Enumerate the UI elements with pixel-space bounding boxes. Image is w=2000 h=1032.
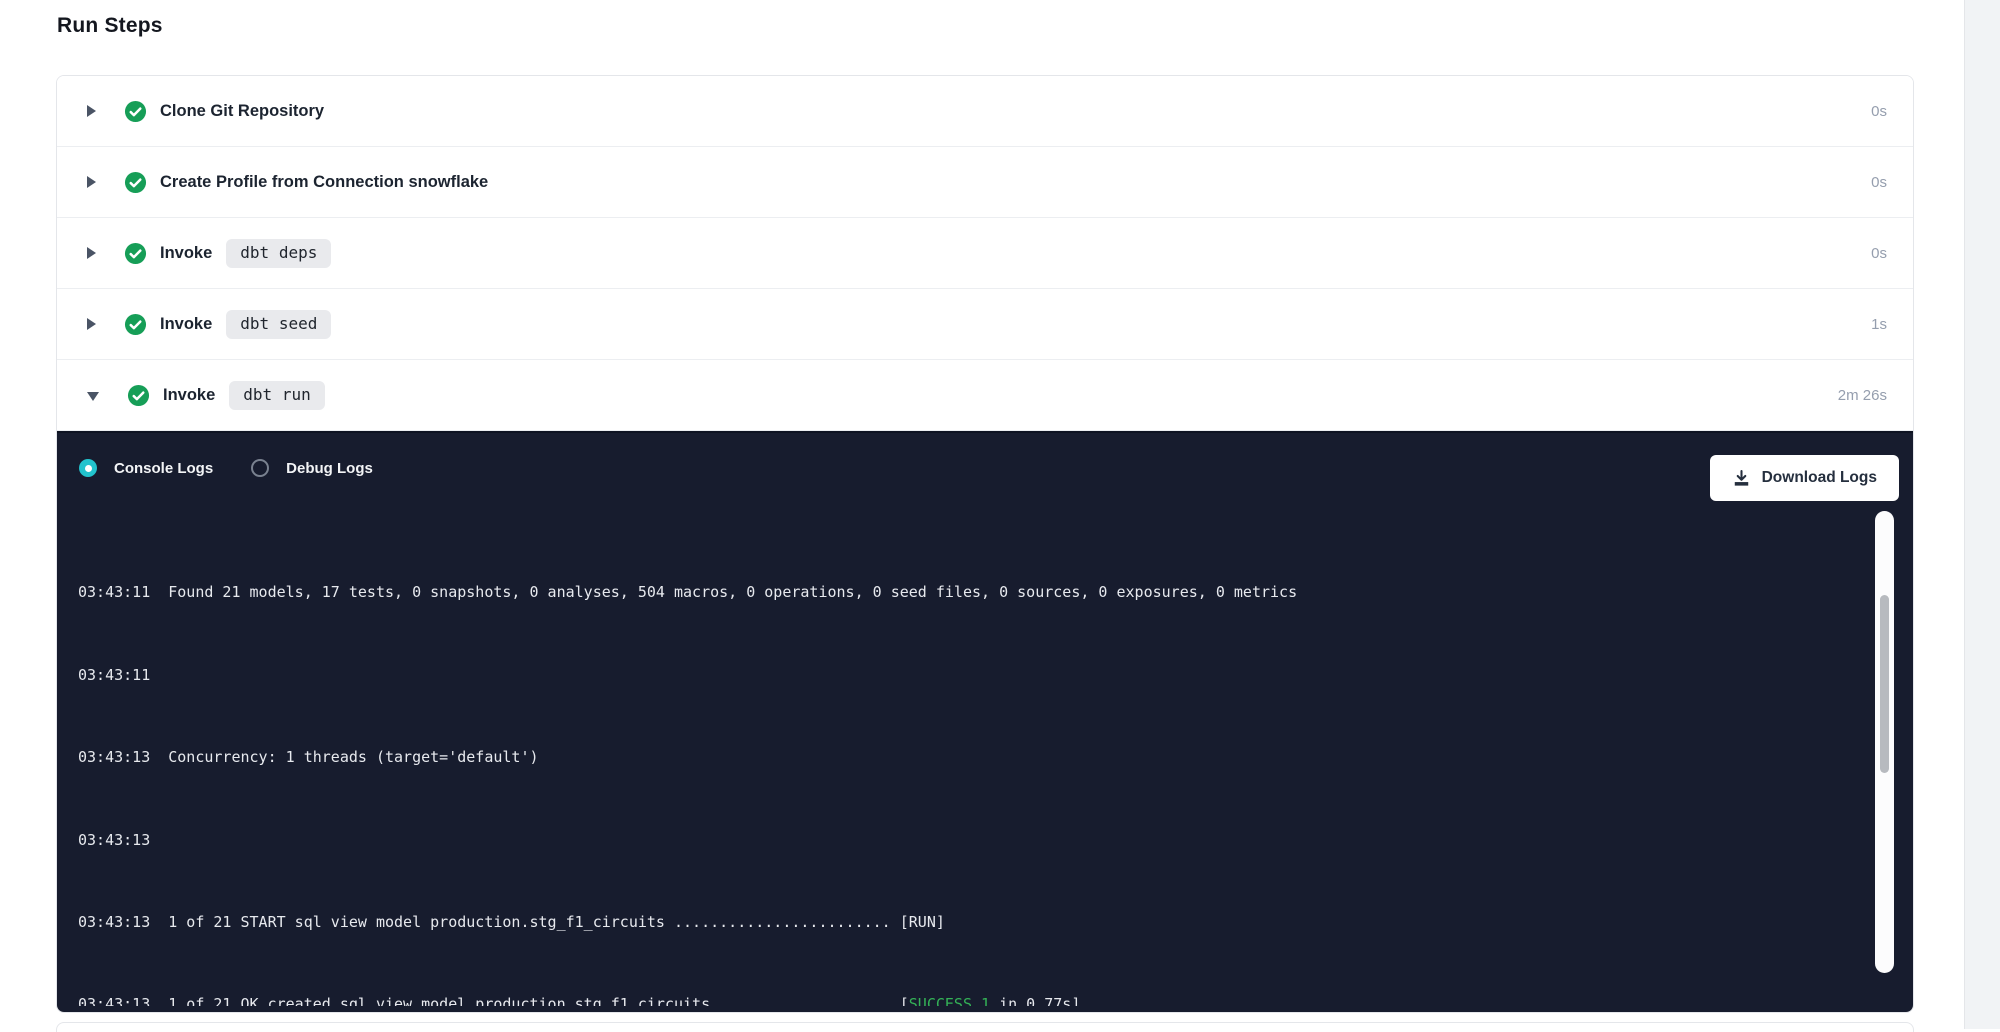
download-logs-button[interactable]: Download Logs [1710,455,1899,501]
step-command-badge: dbt run [229,381,324,410]
success-check-icon [124,313,147,336]
step-command-badge: dbt deps [226,239,331,268]
step-label: Invoke [160,244,212,263]
log-line: 03:43:11 Found 21 models, 17 tests, 0 sna… [78,582,1865,603]
expand-caret-icon[interactable] [87,318,96,330]
log-line: 03:43:11 [78,665,1865,686]
log-scrollbar-thumb[interactable] [1880,595,1889,773]
log-line: 03:43:13 1 of 21 START sql view model pro… [78,912,1865,933]
download-logs-label: Download Logs [1762,469,1877,487]
log-viewport[interactable]: 03:43:11 Found 21 models, 17 tests, 0 sna… [78,500,1865,1006]
step-label: Clone Git Repository [160,102,324,121]
console-logs-radio[interactable]: Console Logs [79,459,213,477]
log-line: 03:43:13 [78,830,1865,851]
success-check-icon [124,171,147,194]
log-message-tail: in 0.77s] [990,995,1080,1006]
run-steps-card: Clone Git Repository 0s Create Profile f… [56,75,1914,1013]
log-line: 03:43:13 Concurrency: 1 threads (target='… [78,747,1865,768]
log-timestamp: 03:43:13 [78,913,150,931]
step-duration: 2m 26s [1838,387,1887,404]
radio-unselected-icon[interactable] [251,459,269,477]
step-row[interactable]: Invoke dbt deps 0s [57,218,1913,289]
log-timestamp: 03:43:11 [78,666,150,684]
log-timestamp: 03:43:13 [78,995,150,1006]
radio-selected-icon[interactable] [79,459,97,477]
log-timestamp: 03:43:11 [78,583,150,601]
debug-logs-label: Debug Logs [286,460,373,477]
debug-logs-radio[interactable]: Debug Logs [251,459,373,477]
step-duration: 0s [1871,245,1887,262]
log-tabs: Console Logs Debug Logs [79,459,373,477]
step-duration: 0s [1871,103,1887,120]
success-check-icon [124,100,147,123]
step-label: Invoke [163,386,215,405]
log-message: Concurrency: 1 threads (target='default'… [168,748,538,766]
step-duration: 0s [1871,174,1887,191]
log-message: Found 21 models, 17 tests, 0 snapshots, … [168,583,1297,601]
console-logs-label: Console Logs [114,460,213,477]
step-label: Invoke [160,315,212,334]
success-check-icon [124,242,147,265]
right-gutter [1964,0,2000,1029]
step-row[interactable]: Create Profile from Connection snowflake… [57,147,1913,218]
step-row[interactable]: Invoke dbt seed 1s [57,289,1913,360]
log-message: 1 of 21 OK created sql view model produc… [168,995,909,1006]
log-scrollbar-track[interactable] [1875,511,1894,973]
logs-panel: Console Logs Debug Logs Download Logs 03… [57,431,1913,1013]
log-message: 1 of 21 START sql view model production.… [168,913,945,931]
log-line: 03:43:13 1 of 21 OK created sql view mode… [78,994,1865,1006]
step-row[interactable]: Invoke dbt run 2m 26s [57,360,1913,431]
expand-caret-icon[interactable] [87,176,96,188]
expand-caret-icon[interactable] [87,247,96,259]
success-check-icon [127,384,150,407]
download-icon [1732,469,1751,488]
step-duration: 1s [1871,316,1887,333]
step-command-badge: dbt seed [226,310,331,339]
log-timestamp: 03:43:13 [78,748,150,766]
next-step-card-stub [56,1022,1914,1032]
log-success-status: SUCCESS 1 [909,995,990,1006]
page-title: Run Steps [57,14,163,38]
log-timestamp: 03:43:13 [78,831,150,849]
step-row[interactable]: Clone Git Repository 0s [57,76,1913,147]
step-label: Create Profile from Connection snowflake [160,173,488,192]
step-rows: Clone Git Repository 0s Create Profile f… [57,76,1913,431]
expand-caret-icon[interactable] [87,392,99,401]
expand-caret-icon[interactable] [87,105,96,117]
